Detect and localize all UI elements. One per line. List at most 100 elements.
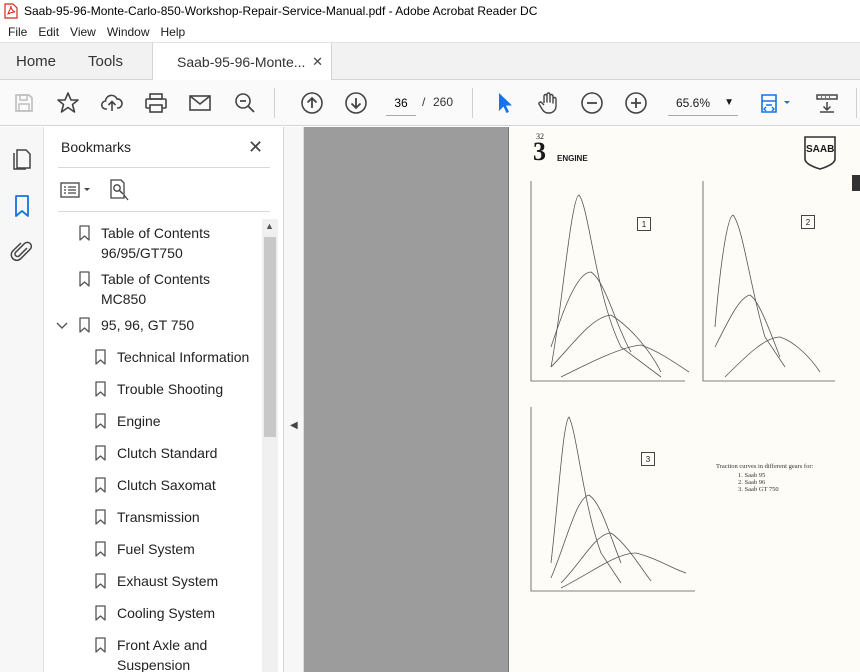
legend-item: 2. Saab 96 [738, 479, 766, 486]
upload-icon[interactable] [100, 91, 124, 115]
saab-logo: SAAB [801, 133, 839, 171]
bookmark-label: Cooling System [117, 605, 216, 621]
bookmark-item[interactable]: 95, 96, GT 750 [44, 315, 262, 335]
page-number-input[interactable] [386, 90, 416, 116]
page-edge-mark [852, 175, 860, 191]
print-icon[interactable] [144, 91, 168, 115]
bookmark-label: Front Axle and [117, 637, 208, 653]
attachments-icon[interactable] [10, 240, 34, 264]
bookmark-icon [95, 541, 106, 557]
scrollbar-thumb[interactable] [264, 237, 276, 437]
tab-tools[interactable]: Tools [88, 43, 123, 81]
main-toolbar: / 260 65.6% ▼ [0, 80, 860, 126]
bookmark-label-line2: Suspension [117, 657, 191, 672]
menu-window[interactable]: Window [107, 25, 150, 39]
menu-file[interactable]: File [8, 25, 27, 39]
bookmark-icon [95, 509, 106, 525]
bookmark-icon [79, 317, 90, 333]
bookmark-icon [95, 381, 106, 397]
bookmark-icon [95, 445, 106, 461]
bookmark-list: Table of Contents 96/95/GT750 Table of Con… [44, 219, 262, 672]
bookmark-icon [95, 605, 106, 621]
bookmark-item[interactable]: Engine [44, 411, 262, 431]
bookmark-label: Table of Contents [101, 225, 210, 241]
bookmark-label: Fuel System [117, 541, 195, 557]
panel-collapse-strip[interactable]: ◀ [284, 127, 304, 672]
hand-icon[interactable] [536, 91, 560, 115]
bookmark-label: Exhaust System [117, 573, 219, 589]
bookmark-item[interactable]: Table of Contents 96/95/GT750 [44, 223, 262, 263]
bookmark-label: Transmission [117, 509, 200, 525]
read-mode-icon[interactable] [815, 91, 839, 115]
zoom-level-dropdown[interactable]: 65.6% ▼ [668, 90, 738, 116]
tab-home[interactable]: Home [16, 43, 56, 81]
scroll-up-icon[interactable]: ▲ [265, 221, 274, 231]
search-zoom-icon[interactable] [233, 91, 257, 115]
pdf-page: 32 3 ENGINE SAAB 1 2 3 Traction curves i… [508, 127, 860, 672]
legend-item: 3. Saab GT 750 [738, 486, 779, 493]
section-title: ENGINE [557, 154, 588, 163]
bookmark-label: 95, 96, GT 750 [101, 317, 195, 333]
menu-bar: File Edit View Window Help [0, 22, 860, 42]
panel-divider [58, 167, 270, 168]
bookmark-icon [79, 271, 90, 287]
bookmark-icon [79, 225, 90, 241]
document-viewer[interactable]: 32 3 ENGINE SAAB 1 2 3 Traction curves i… [304, 127, 860, 672]
menu-edit[interactable]: Edit [38, 25, 59, 39]
bookmark-icon [95, 637, 106, 653]
bookmark-label: Clutch Standard [117, 445, 218, 461]
bookmark-item[interactable]: Clutch Saxomat [44, 475, 262, 495]
zoom-out-icon[interactable] [580, 91, 604, 115]
bookmark-item[interactable]: Transmission [44, 507, 262, 527]
bookmark-item[interactable]: Cooling System [44, 603, 262, 623]
bookmark-options-icon[interactable] [60, 180, 94, 200]
page-thumbnails-icon[interactable] [10, 147, 34, 171]
menu-help[interactable]: Help [161, 25, 186, 39]
bookmark-label-line2: MC850 [101, 291, 147, 307]
bookmarks-icon[interactable] [10, 194, 34, 218]
bookmark-label: Trouble Shooting [117, 381, 224, 397]
prev-page-icon[interactable] [300, 91, 324, 115]
next-page-icon[interactable] [344, 91, 368, 115]
bookmark-label: Technical Information [117, 349, 250, 365]
bookmark-star-icon[interactable] [56, 91, 80, 115]
traction-chart-1 [530, 181, 690, 382]
email-icon[interactable] [188, 91, 212, 115]
bookmark-label: Table of Contents [101, 271, 210, 287]
bookmark-icon [95, 477, 106, 493]
bookmark-item[interactable]: Clutch Standard [44, 443, 262, 463]
section-number: 3 [533, 137, 546, 166]
bookmark-item[interactable]: Table of Contents MC850 [44, 269, 262, 309]
find-bookmark-icon[interactable] [108, 179, 132, 201]
bookmark-label: Clutch Saxomat [117, 477, 216, 493]
save-icon[interactable] [12, 91, 36, 115]
bookmark-item[interactable]: Front Axle and Suspension [44, 635, 262, 672]
fit-page-icon[interactable] [758, 91, 796, 115]
window-titlebar: Saab-95-96-Monte-Carlo-850-Workshop-Repa… [0, 0, 860, 22]
bookmark-item[interactable]: Exhaust System [44, 571, 262, 591]
bookmark-item[interactable]: Technical Information [44, 347, 262, 367]
legend-title: Traction curves in different gears for: [716, 463, 814, 470]
collapse-panel-icon[interactable]: ◀ [290, 420, 298, 431]
bookmarks-scrollbar[interactable]: ▲ [262, 219, 278, 672]
toolbar-separator [856, 88, 857, 118]
close-panel-icon[interactable]: ✕ [248, 137, 263, 158]
legend-item: 1. Saab 95 [738, 472, 766, 479]
total-pages: 260 [433, 95, 454, 109]
menu-view[interactable]: View [70, 25, 96, 39]
tab-document-label: Saab-95-96-Monte... [177, 54, 306, 70]
panel-divider [58, 211, 270, 212]
panel-tools [60, 177, 132, 203]
select-cursor-icon[interactable] [492, 91, 516, 115]
bookmarks-panel: Bookmarks ✕ Table of Contents 96/95/GT750… [44, 127, 284, 672]
chevron-down-icon[interactable] [56, 315, 68, 340]
traction-chart-2 [702, 181, 835, 382]
bookmark-item[interactable]: Trouble Shooting [44, 379, 262, 399]
bookmark-item[interactable]: Fuel System [44, 539, 262, 559]
tab-document[interactable]: Saab-95-96-Monte... ✕ [152, 43, 332, 81]
window-title: Saab-95-96-Monte-Carlo-850-Workshop-Repa… [24, 4, 538, 18]
zoom-in-icon[interactable] [624, 91, 648, 115]
close-tab-icon[interactable]: ✕ [312, 43, 323, 81]
tab-bar: Home Tools Saab-95-96-Monte... ✕ [0, 42, 860, 81]
figure-label-3: 3 [641, 452, 655, 466]
